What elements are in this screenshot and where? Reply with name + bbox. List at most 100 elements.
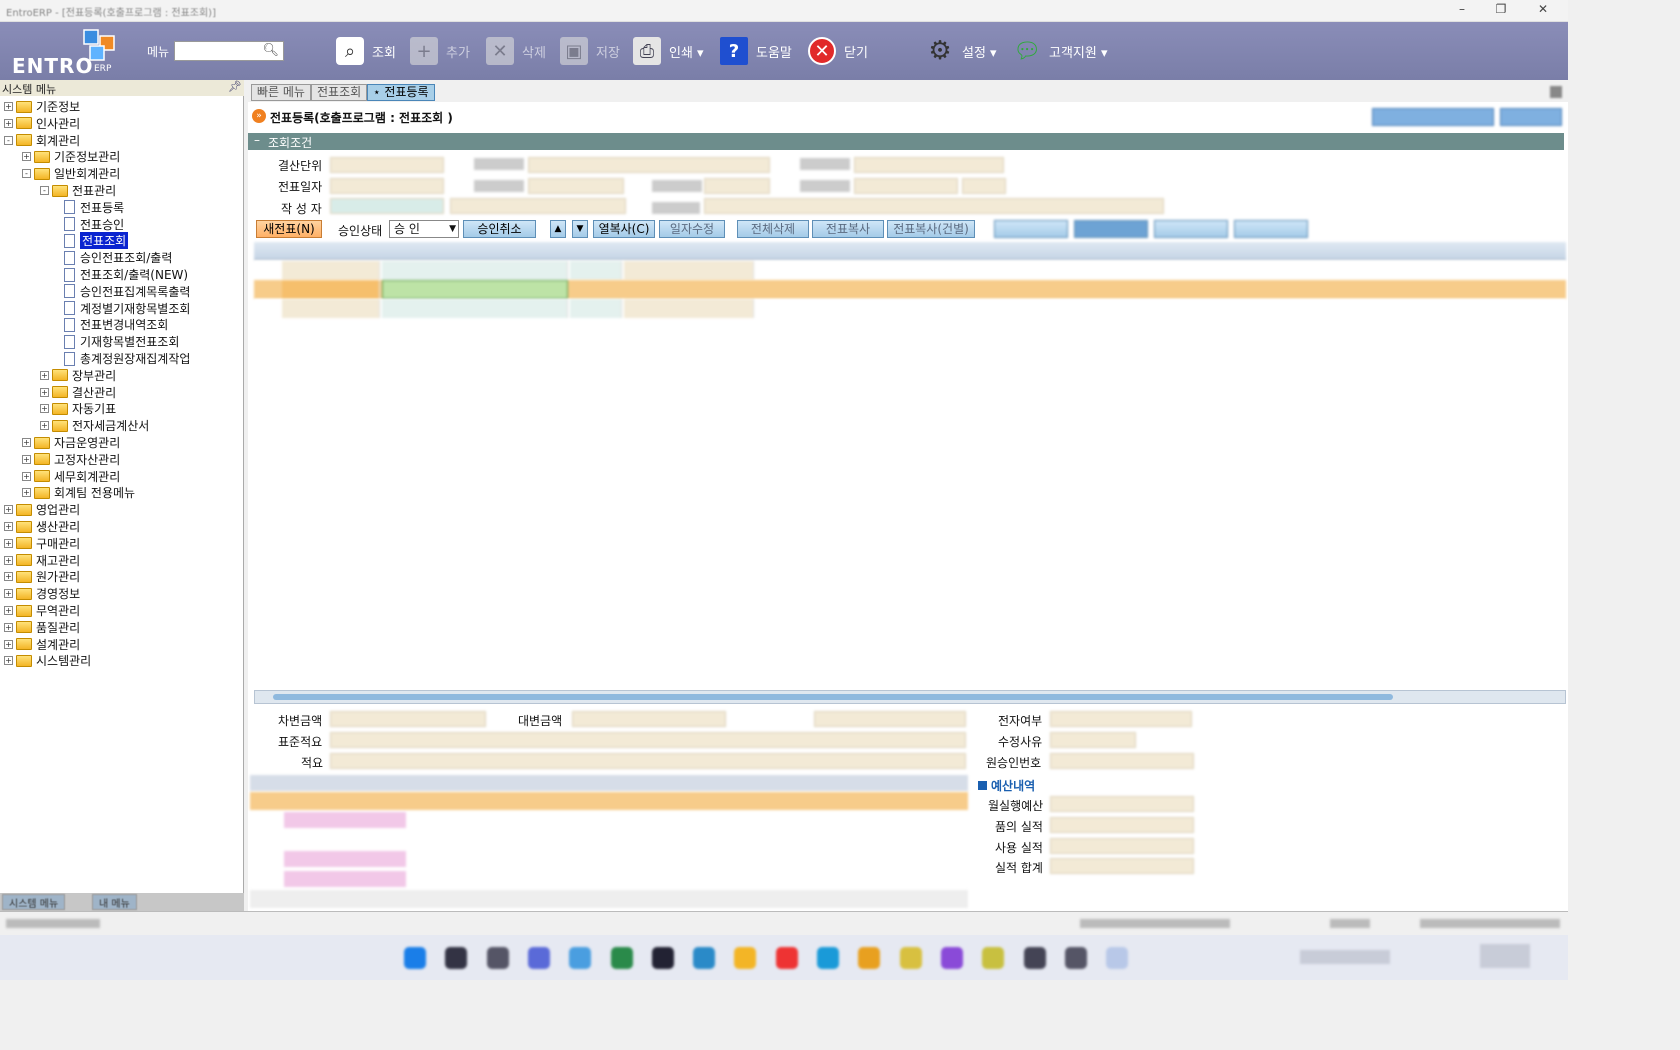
- search-icon[interactable]: [445, 947, 468, 969]
- approve-seq-field[interactable]: [962, 178, 1006, 194]
- tree-item[interactable]: + 자금운영관리: [22, 434, 120, 451]
- expand-icon[interactable]: +: [4, 522, 13, 531]
- expand-icon[interactable]: +: [22, 438, 31, 447]
- extra-button-4[interactable]: [1234, 220, 1308, 238]
- tree-item[interactable]: 전표변경내역조회: [60, 316, 168, 333]
- tree-item[interactable]: + 회계팀 전용메뉴: [22, 484, 135, 501]
- collapse-icon[interactable]: –: [254, 133, 260, 147]
- expand-icon[interactable]: +: [40, 370, 49, 380]
- chrome-icon[interactable]: [858, 947, 881, 969]
- expand-icon[interactable]: +: [4, 555, 13, 565]
- tree-item[interactable]: + 전자세금계산서: [40, 417, 149, 434]
- tree-item[interactable]: 전표등록: [60, 199, 124, 216]
- voucher-type-select[interactable]: [704, 178, 770, 194]
- expand-icon[interactable]: +: [40, 404, 49, 414]
- expand-icon[interactable]: +: [4, 118, 13, 128]
- copy-each-button[interactable]: 전표복사(건별): [887, 220, 975, 238]
- move-down-button[interactable]: ▼: [572, 220, 588, 238]
- query-button[interactable]: ⌕ 조회: [336, 34, 396, 68]
- expand-icon[interactable]: +: [4, 622, 13, 632]
- chat-icon[interactable]: [527, 947, 550, 969]
- header-action-button-1[interactable]: [1372, 108, 1494, 126]
- paint-icon[interactable]: [899, 947, 922, 969]
- tab-voucher-query[interactable]: 전표조회: [311, 84, 368, 101]
- table-row[interactable]: [254, 261, 1566, 280]
- date-field[interactable]: [330, 178, 444, 194]
- tree-item[interactable]: 총계정원장재집계작업: [60, 350, 190, 367]
- collapse-icon[interactable]: -: [40, 186, 49, 195]
- tree-item[interactable]: + 기준정보: [4, 98, 80, 115]
- tree-item[interactable]: + 세무회계관리: [22, 468, 120, 485]
- table-row[interactable]: [254, 299, 1566, 318]
- tree-item[interactable]: 전표승인: [60, 216, 124, 233]
- minimize-button[interactable]: –: [1447, 2, 1477, 20]
- expand-icon[interactable]: +: [40, 387, 49, 397]
- search-icon[interactable]: 🔍︎: [262, 43, 279, 58]
- detail-row[interactable]: [284, 871, 406, 887]
- settings-button[interactable]: ⚙ 설정 ▾: [926, 34, 996, 68]
- copy-voucher-button[interactable]: 전표복사: [812, 220, 884, 238]
- tree-item[interactable]: + 설계관리: [4, 636, 80, 653]
- expand-icon[interactable]: +: [4, 656, 13, 666]
- tree-item[interactable]: - 회계관리: [4, 132, 80, 149]
- save-button[interactable]: ▣ 저장: [560, 34, 620, 68]
- expand-icon[interactable]: +: [22, 471, 31, 481]
- tree-item[interactable]: + 자동기표: [40, 400, 116, 417]
- detail-row[interactable]: [284, 851, 406, 867]
- tree-item[interactable]: + 장부관리: [40, 367, 116, 384]
- extra-button-1[interactable]: [994, 220, 1068, 238]
- expand-icon[interactable]: +: [40, 421, 49, 431]
- expand-icon[interactable]: +: [4, 102, 13, 111]
- edge-icon[interactable]: [817, 947, 839, 969]
- tree-item[interactable]: + 경영정보: [4, 585, 80, 602]
- expand-icon[interactable]: +: [4, 505, 13, 515]
- tab-system-menu[interactable]: 시스템 메뉴: [2, 894, 66, 910]
- expand-icon[interactable]: +: [4, 538, 13, 548]
- collapse-icon[interactable]: -: [4, 135, 13, 145]
- maximize-button[interactable]: ❐: [1486, 2, 1516, 20]
- tool-icon[interactable]: [982, 947, 1005, 969]
- tab-quick-menu[interactable]: 빠른 메뉴: [251, 84, 311, 101]
- expand-icon[interactable]: +: [4, 606, 13, 615]
- expand-icon[interactable]: +: [22, 488, 31, 498]
- move-up-button[interactable]: ▲: [550, 220, 566, 238]
- vs-icon[interactable]: [940, 947, 963, 969]
- camera-icon[interactable]: [651, 947, 674, 969]
- collapse-icon[interactable]: -: [22, 169, 31, 179]
- tree-item[interactable]: 전표조회: [60, 232, 129, 250]
- start-icon[interactable]: [404, 947, 426, 969]
- tree-item[interactable]: 기재항목별전표조회: [60, 333, 179, 350]
- erp-icon[interactable]: [1106, 947, 1129, 969]
- expand-icon[interactable]: +: [4, 589, 13, 599]
- writer-code-field[interactable]: [330, 198, 444, 214]
- table-row[interactable]: [254, 280, 1566, 299]
- unit-select[interactable]: [330, 157, 444, 173]
- detail-row[interactable]: [250, 890, 968, 908]
- settings-icon[interactable]: [610, 947, 633, 969]
- tree-item[interactable]: + 생산관리: [4, 518, 80, 535]
- extra-button-2[interactable]: [1074, 220, 1148, 238]
- tree-item[interactable]: - 일반회계관리: [22, 165, 120, 182]
- tray-icons[interactable]: [1300, 950, 1390, 964]
- voucher-no-field[interactable]: [528, 178, 624, 194]
- scrollbar-thumb[interactable]: [273, 694, 1393, 700]
- calc-icon[interactable]: [1023, 947, 1046, 969]
- tree-item[interactable]: + 시스템관리: [4, 652, 91, 669]
- new-voucher-button[interactable]: 새전표(N): [256, 220, 322, 238]
- tree-item[interactable]: + 고정자산관리: [22, 451, 120, 468]
- standard-summary-field[interactable]: [330, 732, 966, 748]
- date-edit-button[interactable]: 일자수정: [659, 220, 725, 238]
- tree-item[interactable]: + 영업관리: [4, 501, 80, 518]
- reason-select[interactable]: [1050, 732, 1136, 748]
- detail-row[interactable]: [284, 812, 406, 828]
- expand-icon[interactable]: +: [4, 639, 13, 649]
- delete-all-button[interactable]: 전체삭제: [737, 220, 809, 238]
- globe-icon[interactable]: [693, 947, 716, 969]
- expand-icon[interactable]: +: [22, 152, 31, 162]
- tree-item[interactable]: + 기준정보관리: [22, 148, 120, 165]
- dept-field[interactable]: [528, 157, 770, 173]
- tree-item[interactable]: + 결산관리: [40, 384, 116, 401]
- tree-item[interactable]: + 재고관리: [4, 552, 80, 569]
- print-button[interactable]: ⎙ 인쇄 ▾: [633, 34, 704, 68]
- e-flag-select[interactable]: [1050, 711, 1192, 727]
